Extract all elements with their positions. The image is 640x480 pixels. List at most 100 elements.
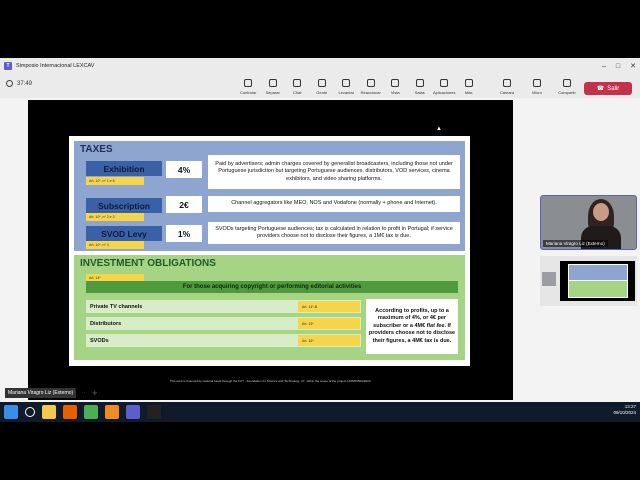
investment-row-article: Art. 14º-B	[298, 301, 360, 312]
investment-row-article: Art. 15º	[298, 318, 360, 329]
mic-icon	[533, 79, 541, 87]
leave-button[interactable]: ☎ Salir	[584, 82, 632, 95]
teams-icon: T	[4, 62, 12, 70]
participant-name: Mariana Viragro Liz (Externo)	[543, 240, 608, 247]
toolbar-button-label: Chat	[293, 90, 302, 95]
toolbar-button-label: Reaccionar	[360, 90, 381, 95]
investment-section: INVESTMENT OBLIGATIONS Art. 14º For thos…	[74, 255, 465, 360]
toolbar-button-label: Gente	[316, 90, 328, 95]
view-icon	[391, 79, 400, 87]
taxes-section: TAXES Exhibition Art. 10º, nº 1 e 5 4% P…	[74, 141, 465, 251]
toolbar-button-compartir[interactable]: Compartir	[552, 76, 582, 100]
toolbar-button-label: Micro	[532, 90, 542, 95]
more-icon	[464, 79, 473, 87]
phone-icon: ☎	[596, 86, 605, 92]
toolbar-button-micro[interactable]: Micro	[522, 76, 552, 100]
taxes-title: TAXES	[80, 144, 113, 155]
nox-icon[interactable]	[147, 405, 161, 419]
control-icon	[244, 79, 253, 87]
participant-face	[593, 203, 609, 221]
toolbar-button-salas[interactable]: Salas	[408, 76, 433, 100]
toolbar-button-vista[interactable]: Vista	[383, 76, 408, 100]
search-icon[interactable]	[25, 407, 35, 417]
thumbnail-frame	[560, 261, 635, 301]
people-icon	[317, 79, 326, 87]
toolbar-button-separar[interactable]: Separar	[261, 76, 286, 100]
thumbnail-taxes	[569, 265, 627, 280]
taskbar-icons	[4, 405, 161, 419]
clock-date: 09/10/2024	[613, 410, 636, 416]
tax-article: Art. 10º, nº 2 e 3	[86, 213, 144, 221]
toolbar-button-m-s[interactable]: Más	[457, 76, 482, 100]
investment-row-label: Private TV channels	[90, 303, 143, 310]
toolbar-button-controlar[interactable]: Controlar	[236, 76, 261, 100]
investment-note-emphasis: flat fee	[426, 322, 445, 329]
meeting-timer: 37:49	[6, 80, 32, 87]
toolbar-button-label: Aplicaciones	[433, 90, 456, 95]
firefox-icon[interactable]	[63, 405, 77, 419]
minimize-icon[interactable]: –	[602, 63, 606, 70]
maximize-icon[interactable]: □	[616, 63, 620, 70]
investment-row-label: Distributors	[90, 320, 122, 327]
mouse-cursor-icon: ▲	[436, 126, 442, 132]
window-title: Simposio Internacional LEXCAV	[16, 63, 95, 69]
screen-share-thumbnail[interactable]	[540, 256, 637, 306]
device-controls: Cámara Micro Compartir	[492, 76, 582, 100]
presentation-slide: TAXES Exhibition Art. 10º, nº 1 e 5 4% P…	[69, 136, 470, 366]
react-icon	[366, 79, 375, 87]
thumbnail-slide	[568, 264, 628, 298]
presenter-name: Mariana Viragro Liz (Externo)	[5, 388, 77, 398]
toolbar-button-gente[interactable]: Gente	[310, 76, 335, 100]
teams-meeting-window: T Simposio Internacional LEXCAV – □ ✕ 37…	[0, 58, 640, 422]
toolbar-button-label: Controlar	[240, 90, 257, 95]
toolbar-button-label: Salas	[414, 90, 425, 95]
tax-article: Art. 10º, nº 1 e 5	[86, 177, 144, 185]
title-bar: T Simposio Internacional LEXCAV – □ ✕	[0, 58, 640, 74]
more-options-icon[interactable]: ···	[81, 390, 87, 396]
system-clock: 13:27 09/10/2024	[613, 404, 636, 417]
windows-taskbar: 13:27 09/10/2024	[0, 402, 640, 422]
window-controls: – □ ✕	[602, 58, 636, 74]
tax-description: SVODs targeting Portuguese audiences; ta…	[208, 222, 460, 244]
chat-icon	[293, 79, 302, 87]
vlc-icon[interactable]	[105, 405, 119, 419]
shield-icon	[6, 80, 13, 87]
tax-label-svod-levy: SVOD Levy	[86, 226, 162, 241]
participant-video-tile[interactable]: Mariana Viragro Liz (Externo)	[540, 195, 637, 250]
toolbar-button-c-mara[interactable]: Cámara	[492, 76, 522, 100]
toolbar-button-levantar[interactable]: Levantar	[334, 76, 359, 100]
toolbar-button-label: Levantar	[338, 90, 355, 95]
share-icon	[563, 79, 571, 87]
investment-banner: For those acquiring copyright or perform…	[86, 281, 458, 293]
close-icon[interactable]: ✕	[630, 62, 636, 70]
toolbar-button-label: Cámara	[499, 90, 515, 95]
investment-title: INVESTMENT OBLIGATIONS	[80, 258, 216, 269]
pop-out-icon	[268, 79, 277, 87]
tax-description: Channel aggregators like MEO, NOS and Vo…	[208, 196, 460, 212]
file-explorer-icon[interactable]	[42, 405, 56, 419]
teams-icon[interactable]	[126, 405, 140, 419]
pin-icon[interactable]: ✚	[92, 390, 97, 397]
toolbar-button-label: Vista	[390, 90, 400, 95]
tax-rate: 2€	[166, 196, 202, 213]
tax-label-subscription: Subscription	[86, 198, 162, 213]
chrome-icon[interactable]	[84, 405, 98, 419]
camera-icon	[503, 79, 511, 87]
toolbar-button-label: Compartir	[558, 90, 576, 95]
leave-button-label: Salir	[607, 85, 620, 92]
tax-description: Paid by advertisers; admin charges cover…	[208, 155, 460, 189]
tax-label-exhibition: Exhibition	[86, 161, 162, 176]
shared-screen[interactable]: TAXES Exhibition Art. 10º, nº 1 e 5 4% P…	[28, 100, 513, 400]
toolbar-button-chat[interactable]: Chat	[285, 76, 310, 100]
toolbar-button-aplicaciones[interactable]: Aplicaciones	[432, 76, 457, 100]
meeting-actions: Controlar Separar Chat Gente Levantar Reaccio…	[236, 76, 481, 100]
toolbar-button-reaccionar[interactable]: Reaccionar	[359, 76, 384, 100]
investment-row-label: SVODs	[90, 337, 109, 344]
raise-hand-icon	[342, 79, 351, 87]
tax-rate: 4%	[166, 161, 202, 178]
thumbnail-video	[542, 272, 556, 286]
thumbnail-investment	[569, 281, 627, 297]
rooms-icon	[415, 79, 424, 87]
windows-start-icon[interactable]	[4, 405, 18, 419]
tax-article: Art. 10º, nº 4	[86, 241, 144, 249]
